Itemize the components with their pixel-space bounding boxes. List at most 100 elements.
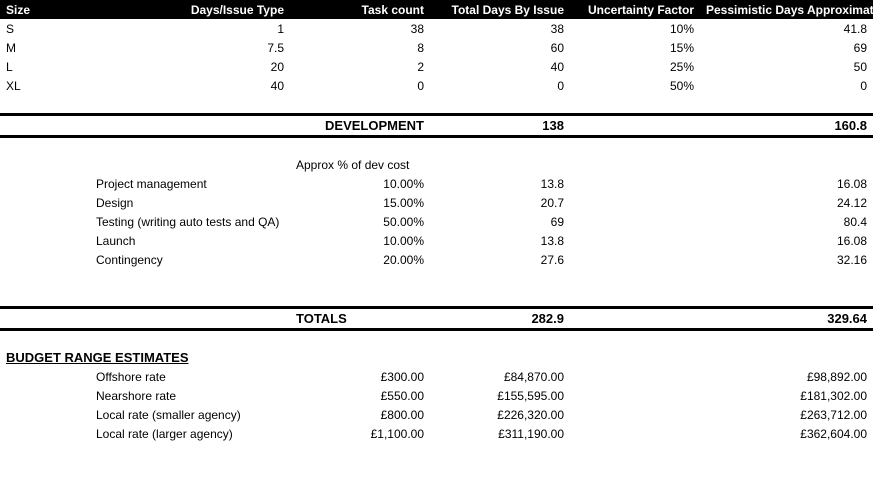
cost-days: 69 — [430, 212, 570, 231]
hdr-pessimistic: Pessimistic Days Approximation — [700, 0, 873, 19]
cost-days: 13.8 — [430, 231, 570, 250]
blank — [0, 174, 90, 193]
approx-label-row: Approx % of dev cost — [0, 155, 873, 174]
blank — [570, 212, 700, 231]
blank — [290, 136, 430, 155]
totals-label: TOTALS — [290, 307, 430, 329]
header-row: Size Days/Issue Type Task count Total Da… — [0, 0, 873, 19]
cost-row: Testing (writing auto tests and QA)50.00… — [0, 212, 873, 231]
hdr-total-days: Total Days By Issue — [430, 0, 570, 19]
cost-pess: 32.16 — [700, 250, 873, 269]
blank — [570, 405, 700, 424]
blank — [570, 250, 700, 269]
uncertainty-cell: 50% — [570, 76, 700, 95]
blank-row — [0, 136, 873, 155]
blank — [430, 329, 570, 348]
size-row: S1383810%41.8 — [0, 19, 873, 38]
cost-name: Launch — [90, 231, 290, 250]
blank — [0, 250, 90, 269]
tasks-cell: 0 — [290, 76, 430, 95]
blank — [0, 329, 90, 348]
blank — [570, 231, 700, 250]
blank — [430, 136, 570, 155]
budget-row: Nearshore rate£550.00£155,595.00£181,302… — [0, 386, 873, 405]
budget-high: £263,712.00 — [700, 405, 873, 424]
blank — [570, 193, 700, 212]
blank — [90, 155, 290, 174]
blank — [570, 307, 700, 329]
size-row: L2024025%50 — [0, 57, 873, 76]
dev-pess: 160.8 — [700, 114, 873, 136]
blank — [570, 174, 700, 193]
budget-name: Offshore rate — [90, 367, 290, 386]
budget-high: £181,302.00 — [700, 386, 873, 405]
blank — [290, 269, 430, 288]
blank-row — [0, 288, 873, 307]
uncertainty-cell: 10% — [570, 19, 700, 38]
cost-days: 13.8 — [430, 174, 570, 193]
blank — [570, 114, 700, 136]
blank — [700, 288, 873, 307]
totals-days: 282.9 — [430, 307, 570, 329]
blank — [90, 329, 290, 348]
days-cell: 1 — [90, 19, 290, 38]
budget-high: £98,892.00 — [700, 367, 873, 386]
total-cell: 40 — [430, 57, 570, 76]
totals-pess: 329.64 — [700, 307, 873, 329]
cost-pct: 20.00% — [290, 250, 430, 269]
blank — [0, 386, 90, 405]
budget-heading-row: BUDGET RANGE ESTIMATES — [0, 348, 873, 367]
hdr-uncertainty: Uncertainty Factor — [570, 0, 700, 19]
cost-row: Launch10.00%13.8 16.08 — [0, 231, 873, 250]
blank — [700, 136, 873, 155]
cost-name: Contingency — [90, 250, 290, 269]
size-row: M7.586015%69 — [0, 38, 873, 57]
dev-total: 138 — [430, 114, 570, 136]
size-cell: XL — [0, 76, 90, 95]
budget-low: £155,595.00 — [430, 386, 570, 405]
blank — [700, 269, 873, 288]
blank — [570, 269, 700, 288]
tasks-cell: 8 — [290, 38, 430, 57]
hdr-size: Size — [0, 0, 90, 19]
size-row: XL400050%0 — [0, 76, 873, 95]
blank — [570, 348, 700, 367]
total-cell: 60 — [430, 38, 570, 57]
blank — [0, 424, 90, 443]
budget-rate: £800.00 — [290, 405, 430, 424]
budget-high: £362,604.00 — [700, 424, 873, 443]
blank — [0, 367, 90, 386]
budget-rate: £1,100.00 — [290, 424, 430, 443]
budget-low: £84,870.00 — [430, 367, 570, 386]
budget-rate: £550.00 — [290, 386, 430, 405]
cost-days: 27.6 — [430, 250, 570, 269]
blank — [570, 386, 700, 405]
budget-row: Local rate (smaller agency)£800.00£226,3… — [0, 405, 873, 424]
tasks-cell: 2 — [290, 57, 430, 76]
blank — [90, 95, 290, 114]
total-cell: 0 — [430, 76, 570, 95]
cost-name: Testing (writing auto tests and QA) — [90, 212, 290, 231]
estimate-table: Size Days/Issue Type Task count Total Da… — [0, 0, 873, 443]
blank — [700, 348, 873, 367]
cost-pct: 10.00% — [290, 174, 430, 193]
cost-pct: 10.00% — [290, 231, 430, 250]
blank — [0, 212, 90, 231]
blank-row — [0, 269, 873, 288]
cost-pess: 16.08 — [700, 231, 873, 250]
blank — [0, 155, 90, 174]
blank — [430, 269, 570, 288]
days-cell: 7.5 — [90, 38, 290, 57]
blank — [570, 288, 700, 307]
budget-low: £226,320.00 — [430, 405, 570, 424]
cost-pct: 50.00% — [290, 212, 430, 231]
blank — [0, 405, 90, 424]
pessimistic-cell: 41.8 — [700, 19, 873, 38]
blank — [0, 307, 90, 329]
blank — [0, 269, 90, 288]
blank-row — [0, 95, 873, 114]
cost-name: Project management — [90, 174, 290, 193]
blank-row — [0, 329, 873, 348]
pessimistic-cell: 69 — [700, 38, 873, 57]
uncertainty-cell: 25% — [570, 57, 700, 76]
